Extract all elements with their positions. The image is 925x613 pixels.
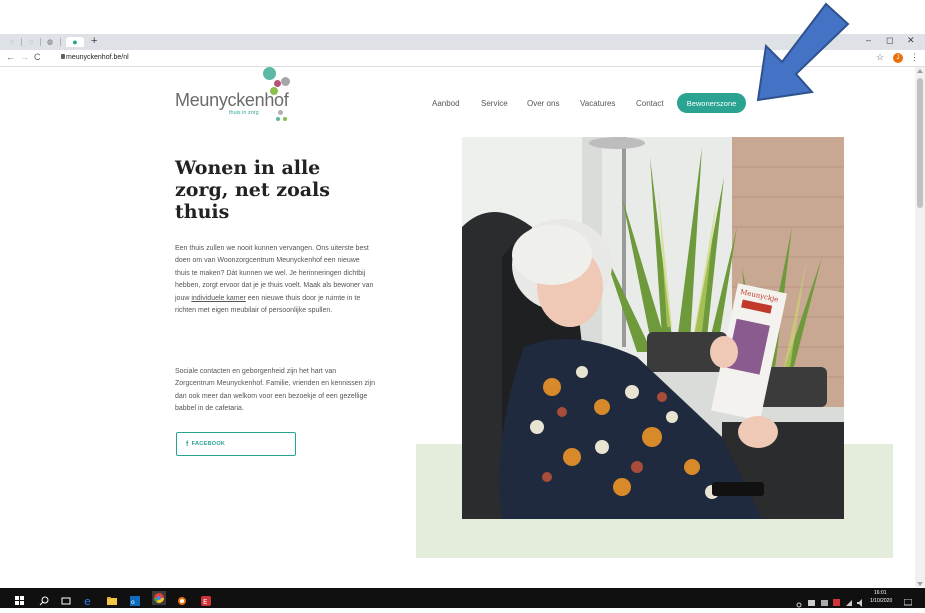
nav-contact[interactable]: Contact (636, 99, 664, 108)
hero-photo: Meunyckje (462, 137, 844, 519)
tray-icon[interactable] (808, 594, 816, 606)
app-icon[interactable] (177, 593, 187, 605)
tray-icon[interactable] (833, 594, 841, 606)
notification-icon[interactable] (903, 594, 913, 606)
logo-dot-teal (263, 67, 276, 80)
back-arrow-icon[interactable]: ← (6, 52, 15, 62)
tab-favicon-icon: ◌ (28, 38, 34, 46)
facebook-icon: f (186, 440, 189, 448)
logo-dot-pink (274, 80, 281, 87)
logo-tagline: thuis in zorg (229, 110, 259, 116)
blue-arrow-annotation (756, 2, 850, 102)
bookmark-star-icon[interactable]: ☆ (876, 52, 884, 63)
tab-favicon-icon: ◍ (46, 39, 54, 46)
forward-arrow-icon[interactable]: → (20, 52, 29, 62)
hero-paragraph-2: Sociale contacten en geborgenheid zijn h… (175, 368, 375, 413)
lock-icon (61, 54, 65, 59)
tab-active[interactable]: ● (66, 37, 84, 47)
file-explorer-icon[interactable] (107, 593, 117, 605)
tab-2[interactable]: ◌ (25, 37, 37, 47)
tab-3[interactable]: ◍ (44, 37, 56, 47)
facebook-button[interactable]: f FACEBOOK (176, 432, 296, 456)
svg-text:e: e (84, 596, 91, 606)
menu-dots-icon[interactable]: ⋮ (910, 52, 919, 63)
maximize-button[interactable]: ◻ (886, 35, 893, 46)
nav-over-ons[interactable]: Over ons (527, 99, 559, 108)
bewonerszone-button[interactable]: Bewonerszone (677, 93, 746, 113)
minimize-button[interactable]: – (866, 35, 871, 45)
scroll-down-icon[interactable] (917, 582, 923, 586)
close-button[interactable]: ✕ (907, 35, 915, 46)
nav-vacatures[interactable]: Vacatures (580, 99, 615, 108)
volume-icon[interactable] (857, 594, 865, 607)
tab-favicon-icon: ◌ (9, 38, 15, 46)
clock-time[interactable]: 16:01 (874, 590, 887, 596)
scroll-thumb[interactable] (917, 78, 923, 208)
individuele-kamer-link[interactable]: individuele kamer (191, 295, 245, 302)
logo-dot-grey (281, 77, 290, 86)
profile-avatar[interactable]: J (893, 53, 903, 63)
nav-aanbod[interactable]: Aanbod (432, 99, 460, 108)
chrome-icon[interactable] (152, 591, 166, 605)
new-tab-button[interactable]: + (91, 35, 97, 47)
tab-favicon-icon: ● (72, 37, 78, 47)
logo-dot-small-green (283, 117, 287, 121)
hero-title: Wonen in alle zorg, net zoals thuis (175, 157, 330, 223)
svg-text:o: o (131, 599, 135, 606)
url-field[interactable]: meunyckenhof.be/nl (66, 54, 129, 61)
task-view-icon[interactable] (61, 593, 71, 605)
tab-1[interactable]: ◌ (6, 37, 18, 47)
logo-text: Meunyckenhof (175, 90, 289, 110)
edge-browser-icon[interactable]: e (84, 593, 94, 608)
facebook-label: FACEBOOK (191, 441, 226, 447)
reload-icon[interactable]: C (34, 52, 41, 62)
tab-separator (40, 38, 41, 46)
clock-date[interactable]: 1/10/2020 (870, 598, 892, 604)
network-icon[interactable] (845, 594, 853, 606)
hero-paragraph-1: Een thuis zullen we nooit kunnen vervang… (175, 243, 375, 317)
windows-start-icon[interactable] (15, 593, 25, 605)
tab-separator (60, 38, 61, 46)
search-icon[interactable] (39, 593, 49, 606)
outlook-icon[interactable]: o (130, 593, 140, 606)
paragraph-text: Een thuis zullen we nooit kunnen vervang… (175, 245, 374, 302)
svg-text:E: E (203, 598, 207, 606)
scroll-up-icon[interactable] (917, 69, 923, 73)
tab-separator (21, 38, 22, 46)
nav-service[interactable]: Service (481, 99, 508, 108)
tray-icon[interactable] (821, 594, 829, 606)
logo-dot-small-teal (276, 117, 280, 121)
tray-icon[interactable] (796, 595, 802, 608)
app-red-icon[interactable]: E (201, 593, 211, 606)
